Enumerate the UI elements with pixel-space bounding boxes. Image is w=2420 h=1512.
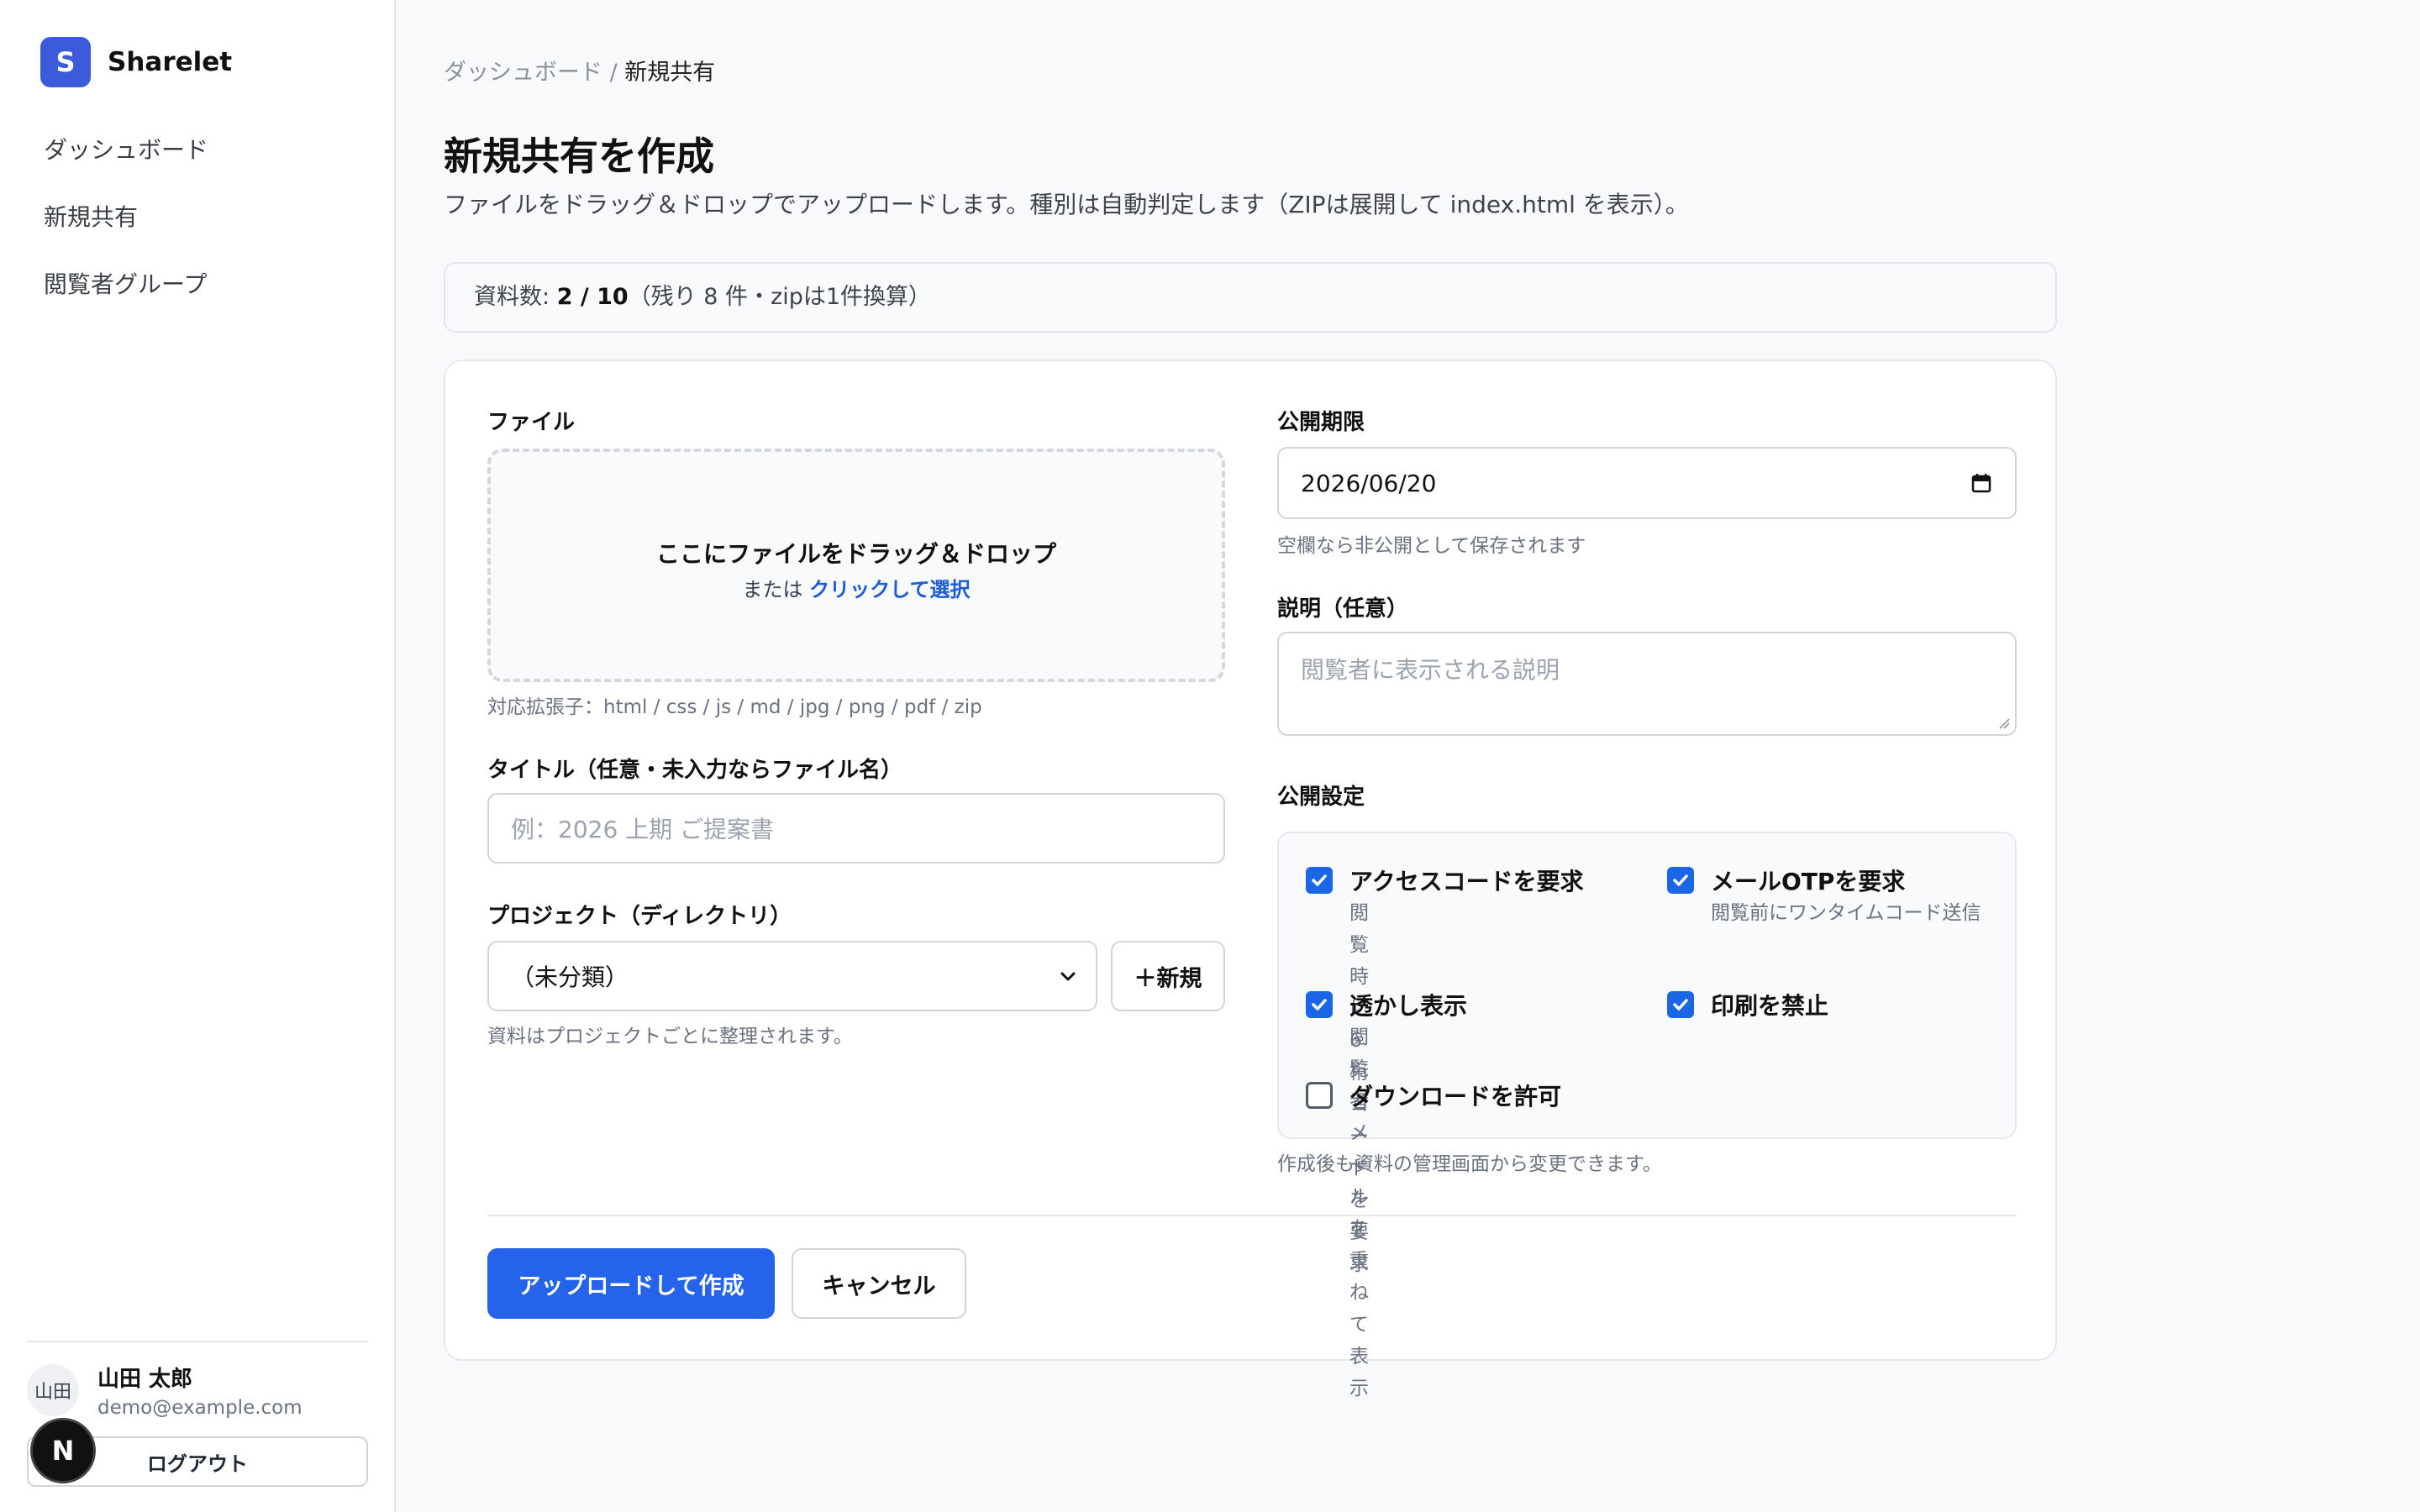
breadcrumb-current: 新規共有 xyxy=(624,60,716,86)
sidebar-footer: 山田 山田 太郎 demo@example.com ログアウト xyxy=(27,1341,368,1487)
description-textarea[interactable]: 閲覧者に表示される説明 xyxy=(1277,632,2017,736)
disable-print-title: 印刷を禁止 xyxy=(1711,992,1829,1020)
quota-count: 2 / 10 xyxy=(556,284,629,310)
expiry-date-input[interactable]: 2026/06/20 xyxy=(1277,447,2017,519)
email-otp-checkbox[interactable] xyxy=(1667,867,1694,894)
project-hint: 資料はプロジェクトごとに整理されます。 xyxy=(487,1026,853,1047)
new-project-button[interactable]: ＋新規 xyxy=(1111,941,1225,1011)
sidebar: S Sharelet ダッシュボード 新規共有 閲覧者グループ 山田 山田 太郎… xyxy=(0,0,396,1512)
check-icon xyxy=(1673,874,1688,886)
chevron-down-icon xyxy=(1060,972,1076,981)
watermark-checkbox[interactable] xyxy=(1306,991,1333,1018)
avatar: 山田 xyxy=(27,1364,79,1416)
dropzone-subtext: または クリックして選択 xyxy=(491,573,1222,602)
breadcrumb-separator: / xyxy=(602,60,625,86)
file-extensions-hint: 対応拡張子：html / css / js / md / jpg / png /… xyxy=(487,696,982,718)
file-dropzone[interactable]: ここにファイルをドラッグ＆ドロップ または クリックして選択 xyxy=(487,449,1225,682)
brand[interactable]: S Sharelet xyxy=(40,37,232,87)
breadcrumb-parent[interactable]: ダッシュボード xyxy=(444,60,602,86)
form-card: ファイル ここにファイルをドラッグ＆ドロップ または クリックして選択 対応拡張… xyxy=(444,360,2057,1399)
quota-prefix: 資料数: xyxy=(474,284,557,310)
breadcrumb: ダッシュボード / 新規共有 xyxy=(444,54,715,87)
description-placeholder: 閲覧者に表示される説明 xyxy=(1301,656,1560,684)
brand-name: Sharelet xyxy=(108,47,233,77)
project-selected-value: （未分類） xyxy=(511,963,629,991)
sidebar-item-new-share[interactable]: 新規共有 xyxy=(44,197,208,264)
dropzone-title: ここにファイルをドラッグ＆ドロップ xyxy=(655,540,1056,568)
expiry-label: 公開期限 xyxy=(1277,410,1365,435)
page-description: ファイルをドラッグ＆ドロップでアップロードします。種別は自動判定します（ZIPは… xyxy=(444,191,1689,218)
calendar-icon[interactable] xyxy=(1971,473,1991,493)
project-select[interactable]: （未分類） xyxy=(487,941,1097,1011)
cancel-button[interactable]: キャンセル xyxy=(792,1248,966,1319)
user-name: 山田 太郎 xyxy=(97,1367,193,1392)
user-info: 山田 山田 太郎 demo@example.com xyxy=(27,1364,302,1421)
allow-download-title: ダウンロードを許可 xyxy=(1349,1083,1562,1110)
email-otp-desc: 閲覧前にワンタイムコード送信 xyxy=(1711,902,1981,924)
submit-button[interactable]: アップロードして作成 xyxy=(487,1248,775,1319)
page-title: 新規共有を作成 xyxy=(444,134,714,179)
access-code-title: アクセスコードを要求 xyxy=(1349,868,1584,895)
dropzone-or: または xyxy=(742,578,810,601)
sidebar-item-viewer-groups[interactable]: 閲覧者グループ xyxy=(44,264,208,331)
access-code-checkbox[interactable] xyxy=(1306,867,1333,894)
check-icon xyxy=(1312,999,1327,1011)
title-input[interactable]: 例：2026 上期 ご提案書 xyxy=(487,793,1225,864)
sidebar-nav: ダッシュボード 新規共有 閲覧者グループ xyxy=(44,129,208,331)
title-label: タイトル（任意・未入力ならファイル名） xyxy=(487,758,903,783)
resize-handle-icon[interactable] xyxy=(1996,716,2010,729)
settings-box: アクセスコードを要求 閲覧時に6桁コードを要求 メールOTPを要求 閲覧前にワン… xyxy=(1277,832,2017,1399)
file-label: ファイル xyxy=(487,410,576,435)
sidebar-item-dashboard[interactable]: ダッシュボード xyxy=(44,129,208,197)
dropzone-select-link[interactable]: クリックして選択 xyxy=(809,578,970,601)
check-icon xyxy=(1312,874,1327,886)
quota-suffix: （残り 8 件・zipは1件換算） xyxy=(628,284,932,310)
form-divider xyxy=(487,1215,2017,1216)
settings-hint: 作成後も資料の管理画面から変更できます。 xyxy=(1277,1153,1662,1175)
description-label: 説明（任意） xyxy=(1277,596,1409,622)
allow-download-checkbox[interactable] xyxy=(1306,1082,1333,1109)
disable-print-checkbox[interactable] xyxy=(1667,991,1694,1018)
watermark-title: 透かし表示 xyxy=(1349,992,1468,1020)
email-otp-title: メールOTPを要求 xyxy=(1711,868,1906,895)
quota-banner: 資料数: 2 / 10（残り 8 件・zipは1件換算） xyxy=(444,262,2057,333)
check-icon xyxy=(1673,999,1688,1011)
expiry-date-value: 2026/06/20 xyxy=(1301,469,1437,497)
dev-tools-badge[interactable]: N xyxy=(30,1418,96,1483)
expiry-hint: 空欄なら非公開として保存されます xyxy=(1277,535,1586,557)
user-email: demo@example.com xyxy=(97,1397,302,1419)
settings-label: 公開設定 xyxy=(1277,785,1365,810)
project-label: プロジェクト（ディレクトリ） xyxy=(487,904,792,929)
brand-logo: S xyxy=(40,37,91,87)
